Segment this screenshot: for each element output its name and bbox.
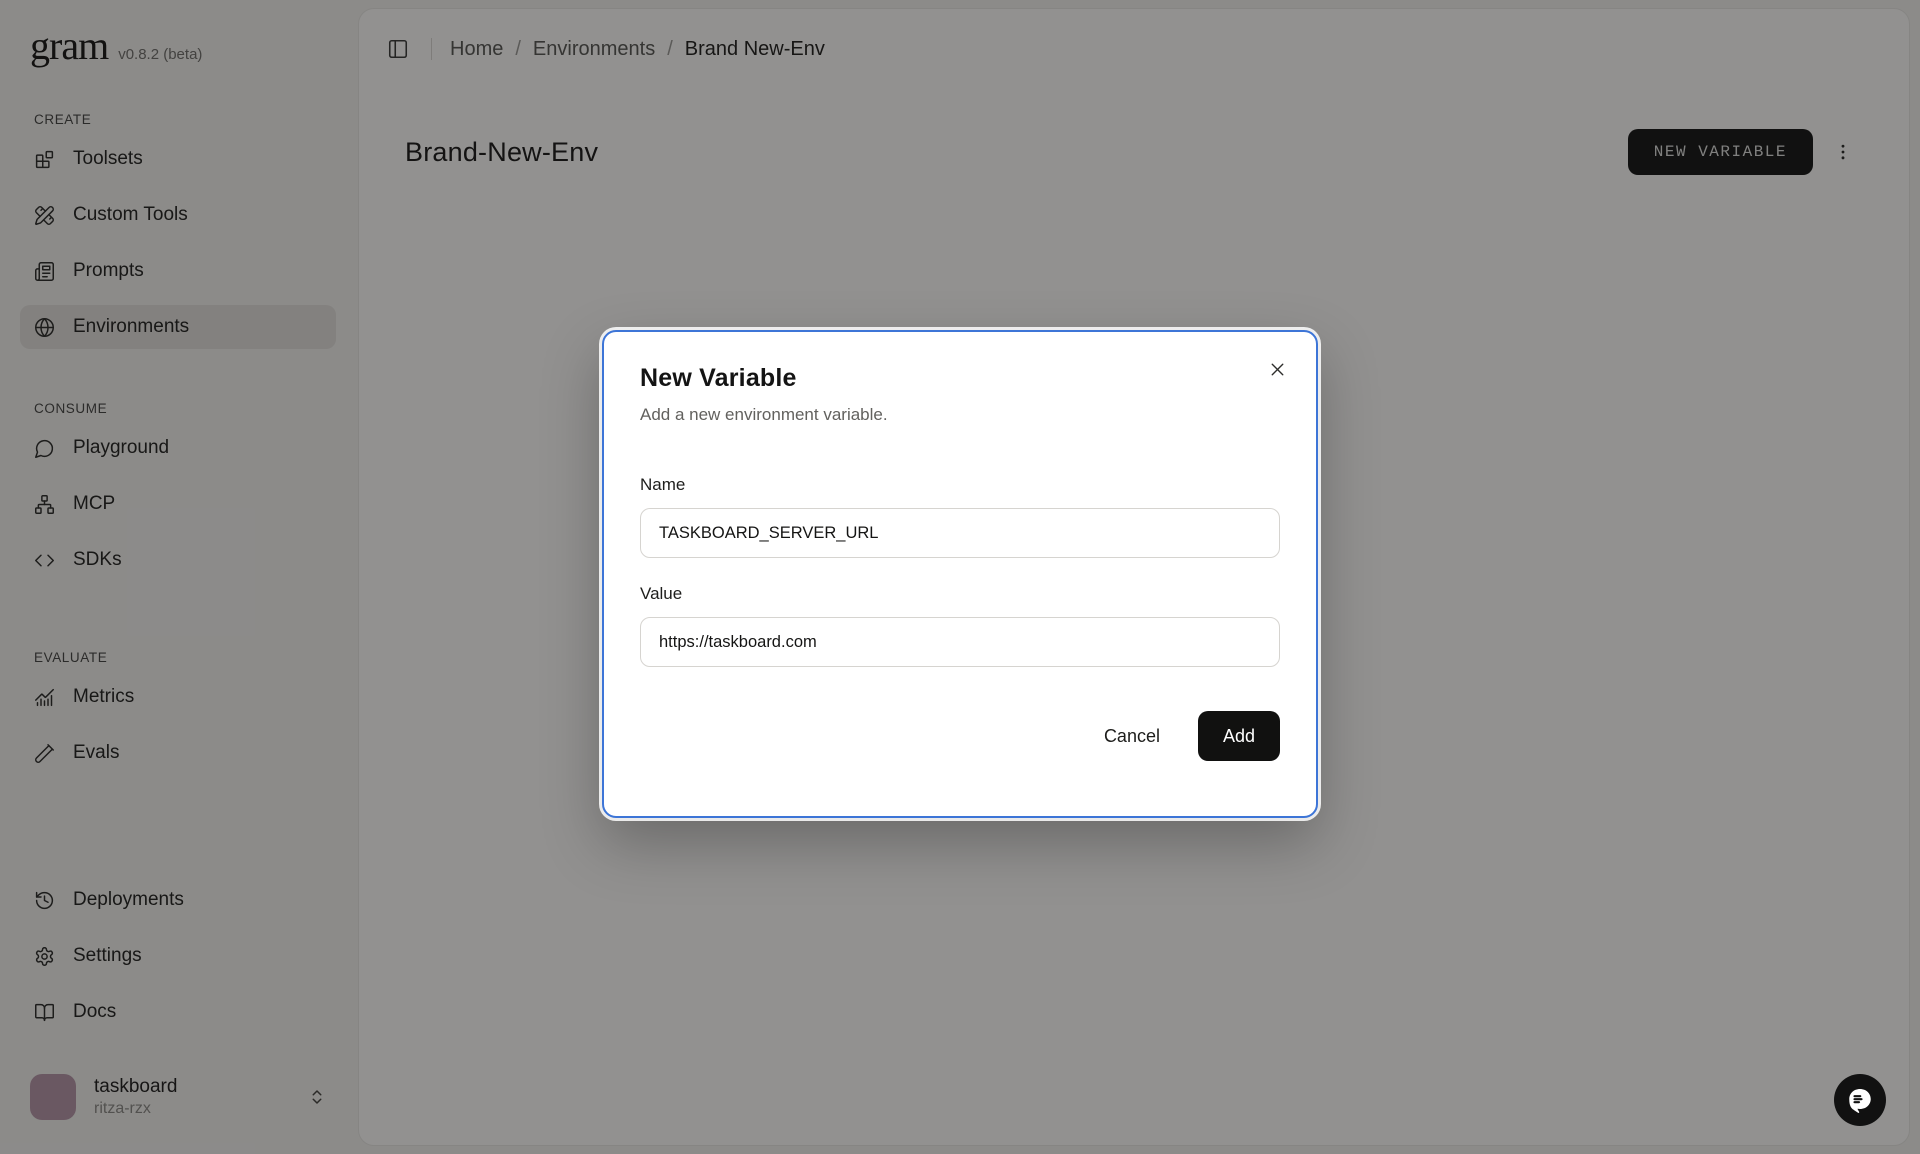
- name-label: Name: [640, 475, 1280, 495]
- name-field-group: Name: [640, 475, 1280, 558]
- cancel-button[interactable]: Cancel: [1104, 726, 1160, 747]
- value-label: Value: [640, 584, 1280, 604]
- modal-title: New Variable: [640, 364, 1280, 393]
- modal-subtitle: Add a new environment variable.: [640, 405, 1280, 425]
- chat-bubble-icon: [1845, 1085, 1875, 1115]
- name-input[interactable]: [640, 508, 1280, 558]
- value-field-group: Value: [640, 584, 1280, 667]
- new-variable-dialog: New Variable Add a new environment varia…: [602, 330, 1318, 818]
- add-button[interactable]: Add: [1198, 711, 1280, 761]
- chat-widget-button[interactable]: [1834, 1074, 1886, 1126]
- close-icon: [1267, 359, 1288, 380]
- close-button[interactable]: [1262, 354, 1292, 384]
- value-input[interactable]: [640, 617, 1280, 667]
- modal-footer: Cancel Add: [640, 711, 1280, 761]
